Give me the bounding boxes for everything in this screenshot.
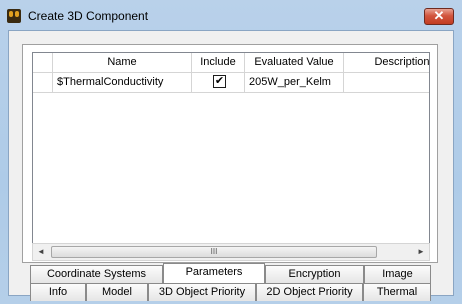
row-header-corner <box>33 53 53 73</box>
column-header-evaluated-value[interactable]: Evaluated Value <box>245 53 344 73</box>
checkbox-checked-icon: ✔ <box>214 75 225 87</box>
cell-name[interactable]: $ThermalConductivity <box>53 73 192 93</box>
tab-info[interactable]: Info <box>30 283 86 301</box>
tab-3d-object-priority[interactable]: 3D Object Priority <box>148 283 256 301</box>
cell-evaluated-value[interactable]: 205W_per_Kelm <box>245 73 344 93</box>
cell-description[interactable] <box>344 73 429 93</box>
parameters-grid: Name Include Evaluated Value Description… <box>32 52 430 261</box>
window-title: Create 3D Component <box>28 9 149 23</box>
app-logo-icon <box>7 9 21 23</box>
column-header-description[interactable]: Description <box>344 53 429 73</box>
row-selector[interactable] <box>33 73 53 93</box>
column-header-include[interactable]: Include <box>192 53 245 73</box>
horizontal-scrollbar[interactable]: ◄ III ► <box>32 243 430 261</box>
tab-encryption[interactable]: Encryption <box>265 265 364 283</box>
title-bar[interactable]: Create 3D Component ✕ <box>0 0 462 30</box>
scroll-thumb[interactable]: III <box>51 246 377 258</box>
scroll-right-arrow-icon[interactable]: ► <box>415 246 427 258</box>
close-icon: ✕ <box>433 8 445 23</box>
tab-thermal[interactable]: Thermal <box>363 283 431 301</box>
column-header-name[interactable]: Name <box>53 53 192 73</box>
close-button[interactable]: ✕ <box>424 8 454 25</box>
tab-parameters[interactable]: Parameters <box>163 263 265 283</box>
include-checkbox[interactable]: ✔ <box>213 75 226 88</box>
tab-image[interactable]: Image <box>364 265 431 283</box>
tab-2d-object-priority[interactable]: 2D Object Priority <box>256 283 363 301</box>
tab-coordinate-systems[interactable]: Coordinate Systems <box>30 265 163 283</box>
tab-model[interactable]: Model <box>86 283 148 301</box>
scroll-left-arrow-icon[interactable]: ◄ <box>35 246 47 258</box>
